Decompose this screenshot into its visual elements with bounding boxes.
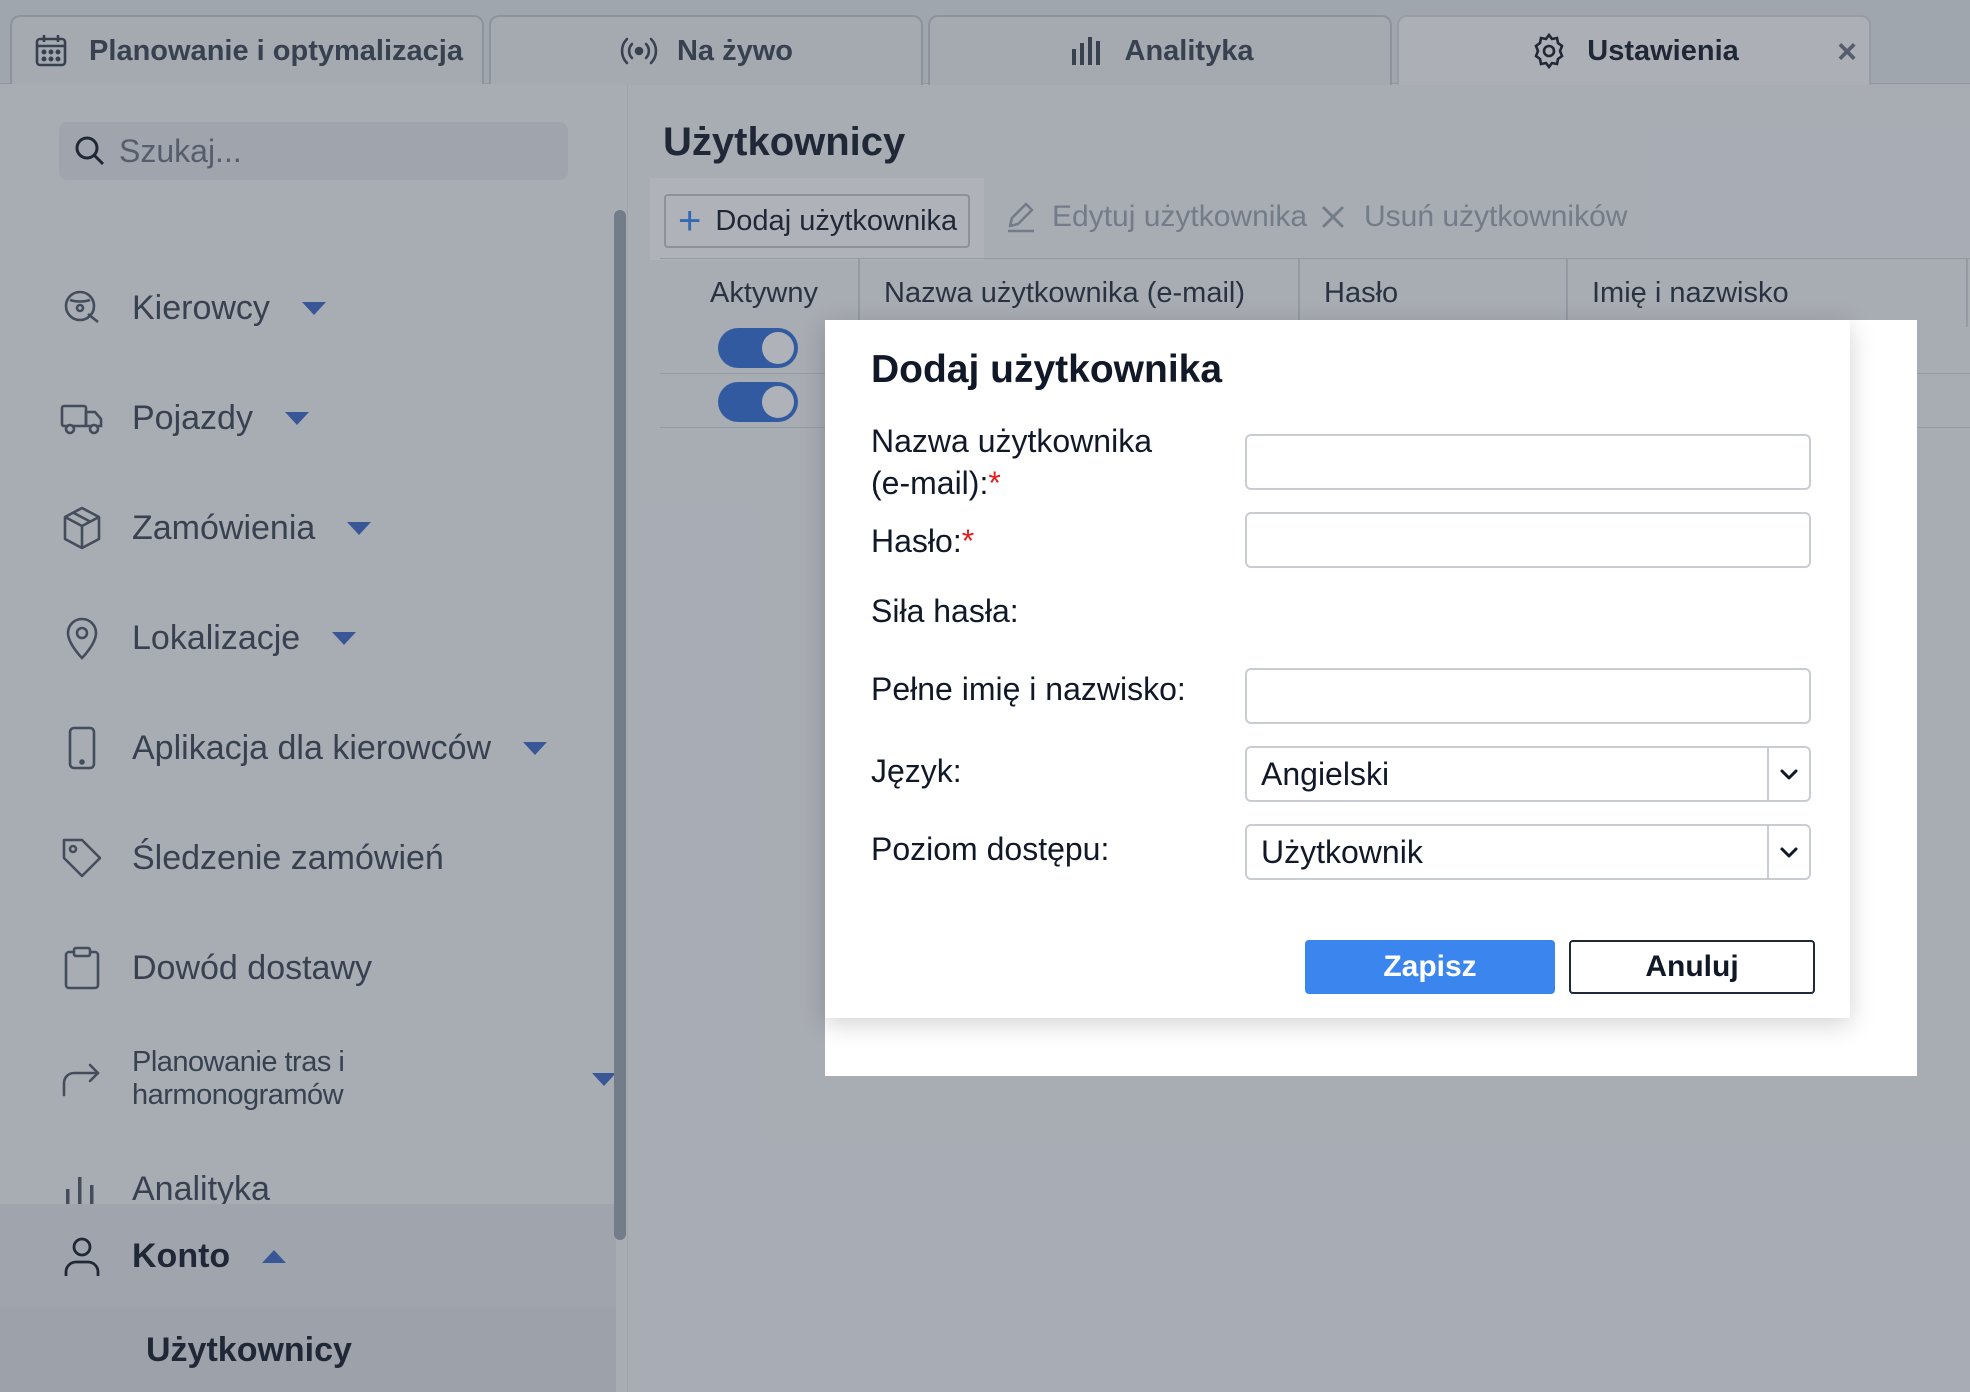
username-label: Nazwa użytkownika (e-mail):* (871, 420, 1152, 504)
password-label: Hasło:* (871, 520, 974, 562)
full-name-label: Pełne imię i nazwisko: (871, 671, 1186, 707)
access-level-label: Poziom dostępu: (871, 831, 1110, 867)
access-level-select[interactable]: Użytkownik (1245, 824, 1811, 880)
dialog-title: Dodaj użytkownika (871, 348, 1223, 391)
chevron-down-icon[interactable] (1767, 826, 1809, 878)
language-value: Angielski (1261, 755, 1390, 792)
chevron-down-icon[interactable] (1767, 748, 1809, 800)
required-marker: * (961, 523, 975, 559)
add-user-dialog: Dodaj użytkownika Nazwa użytkownika (e-m… (825, 320, 1850, 1018)
required-marker: * (988, 465, 1001, 501)
language-select[interactable]: Angielski (1245, 746, 1811, 802)
save-button[interactable]: Zapisz (1305, 940, 1555, 994)
password-field[interactable] (1245, 512, 1811, 568)
username-field[interactable] (1245, 434, 1811, 490)
access-level-value: Użytkownik (1261, 833, 1423, 870)
password-label-text: Hasło: (871, 523, 962, 559)
cancel-button[interactable]: Anuluj (1569, 940, 1815, 994)
password-strength-label: Siła hasła: (871, 593, 1019, 629)
full-name-field[interactable] (1245, 668, 1811, 724)
username-label-line1: Nazwa użytkownika (871, 423, 1152, 459)
username-label-line2: (e-mail): (871, 465, 989, 501)
language-label: Język: (871, 753, 962, 789)
